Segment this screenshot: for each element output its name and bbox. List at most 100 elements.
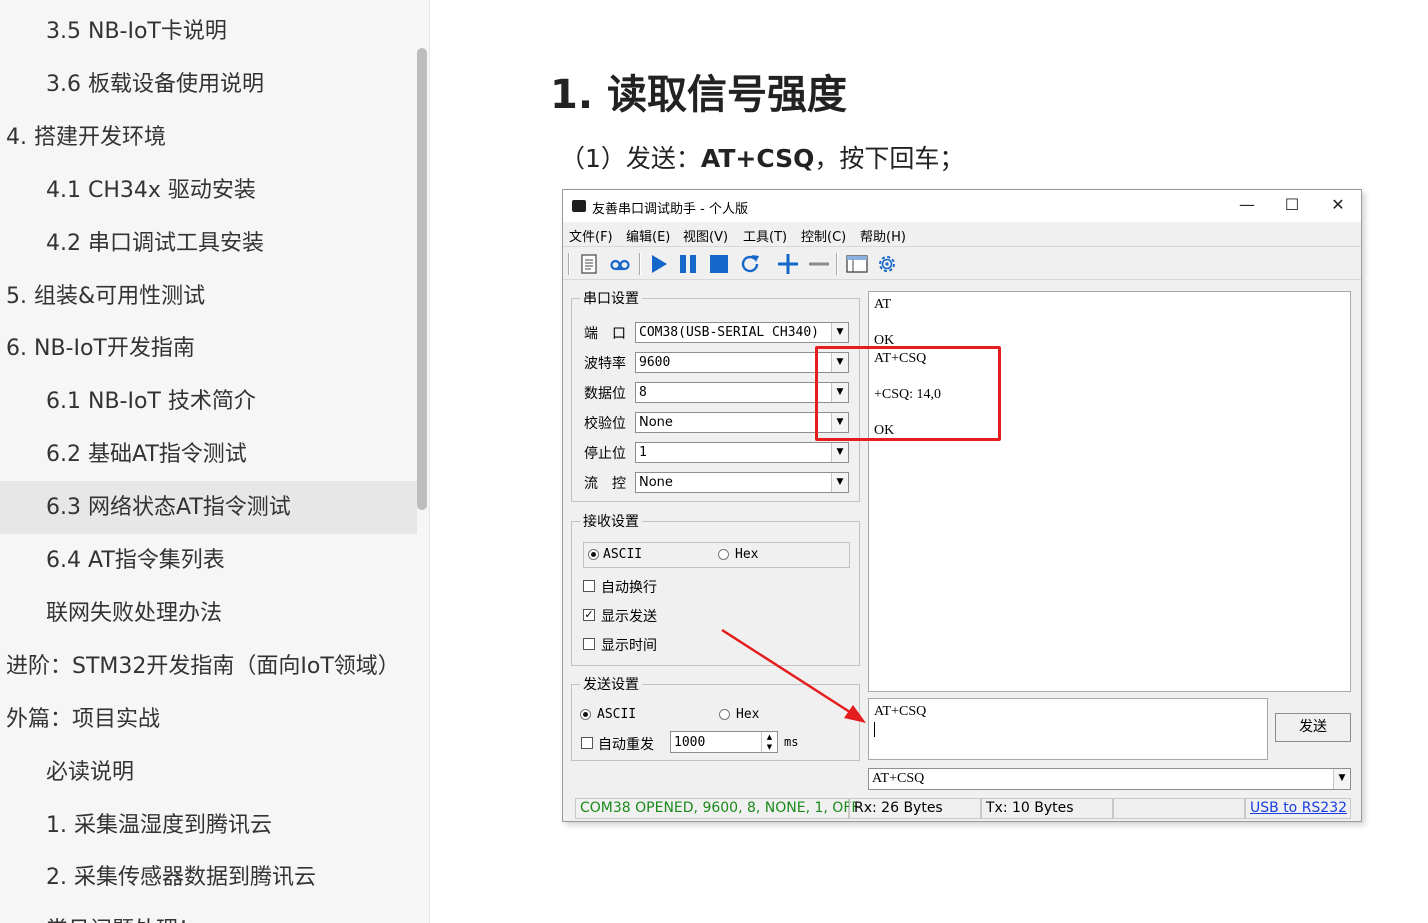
add-icon[interactable]: [776, 252, 800, 276]
refresh-icon[interactable]: [738, 252, 762, 276]
remove-icon[interactable]: [807, 252, 831, 276]
show-time-label: 显示时间: [601, 638, 657, 654]
sidebar-item[interactable]: 联网失败处理办法: [0, 587, 417, 640]
window-title: 友善串口调试助手 - 个人版: [592, 202, 748, 217]
menu-edit[interactable]: 编辑(E): [626, 226, 670, 245]
show-send-label: 显示发送: [601, 609, 657, 625]
auto-resend-label: 自动重发: [598, 737, 654, 753]
resend-interval-value: 1000: [674, 735, 706, 750]
sidebar-item[interactable]: 1. 采集温湿度到腾讯云: [0, 799, 417, 852]
menu-bar: 文件(F) 编辑(E) 视图(V) 工具(T) 控制(C) 帮助(H): [563, 222, 1361, 246]
stopbits-label: 停止位: [584, 446, 626, 462]
flow-select[interactable]: None ▼: [635, 472, 849, 493]
send-ascii-radio[interactable]: [580, 709, 591, 720]
maximize-button[interactable]: ☐: [1281, 194, 1303, 216]
send-history-select[interactable]: AT+CSQ ▼: [868, 768, 1351, 790]
status-port: COM38 OPENED, 9600, 8, NONE, 1, OFF: [575, 798, 859, 819]
sidebar-item[interactable]: 5. 组装&可用性测试: [0, 270, 417, 323]
port-value: COM38(USB-SERIAL CH340): [639, 325, 820, 340]
sidebar-item[interactable]: 2. 采集传感器数据到腾讯云: [0, 851, 417, 904]
serial-settings-title: 串口设置: [580, 288, 642, 308]
show-time-checkbox[interactable]: [583, 638, 595, 650]
send-button[interactable]: 发送: [1275, 713, 1351, 742]
highlight-box: [815, 346, 1001, 441]
pause-icon[interactable]: [676, 252, 700, 276]
sidebar-item[interactable]: 4.2 串口调试工具安装: [0, 217, 417, 270]
sidebar-nav: 3.5 NB-IoT卡说明 3.6 板载设备使用说明 4. 搭建开发环境 4.1 CH…: [0, 0, 430, 923]
receive-hex-radio[interactable]: [718, 549, 729, 560]
sidebar-item[interactable]: 进阶：STM32开发指南（面向IoT领域）: [0, 640, 417, 693]
resend-interval-input[interactable]: 1000 ▲ ▼: [670, 731, 778, 753]
toolbar-separator: [836, 253, 838, 275]
auto-resend-checkbox[interactable]: [581, 737, 593, 749]
menu-help[interactable]: 帮助(H): [860, 226, 906, 245]
receive-mode-box: ASCII Hex: [583, 542, 850, 568]
status-empty-cell: [1113, 798, 1245, 819]
databits-value: 8: [639, 385, 647, 400]
databits-label: 数据位: [584, 386, 626, 402]
toolbar-separator: [568, 253, 570, 275]
step-instruction: （1）发送：AT+CSQ，按下回车；: [560, 139, 964, 175]
baud-value: 9600: [639, 355, 671, 370]
sidebar-item[interactable]: 外篇：项目实战: [0, 693, 417, 746]
sidebar-item[interactable]: 6.2 基础AT指令测试: [0, 428, 417, 481]
port-select[interactable]: COM38(USB-SERIAL CH340) ▼: [635, 322, 849, 343]
minimize-button[interactable]: —: [1236, 194, 1258, 216]
menu-tools[interactable]: 工具(T): [743, 226, 787, 245]
port-label: 端 口: [584, 326, 626, 342]
receive-settings-title: 接收设置: [580, 511, 642, 531]
window-icon[interactable]: [845, 252, 869, 276]
resend-interval-unit: ms: [784, 735, 799, 749]
parity-label: 校验位: [584, 416, 626, 432]
send-history-value: AT+CSQ: [872, 771, 925, 786]
sidebar-scrollbar[interactable]: [417, 48, 427, 510]
sidebar-item[interactable]: 4. 搭建开发环境: [0, 111, 417, 164]
sidebar-item[interactable]: 4.1 CH34x 驱动安装: [0, 164, 417, 217]
receive-hex-label: Hex: [735, 547, 759, 562]
chevron-down-icon[interactable]: ▼: [831, 443, 848, 462]
receive-line: AT: [874, 297, 892, 312]
receive-ascii-label: ASCII: [603, 547, 643, 562]
send-text-area[interactable]: AT+CSQ: [868, 698, 1268, 760]
serial-assistant-window: 友善串口调试助手 - 个人版 — ☐ ✕ 文件(F) 编辑(E) 视图(V) 工…: [562, 189, 1362, 822]
status-tx: Tx: 10 Bytes: [981, 798, 1113, 819]
step-command: AT+CSQ: [700, 144, 815, 173]
receive-ascii-radio[interactable]: [588, 549, 599, 560]
play-icon[interactable]: [647, 252, 671, 276]
text-cursor: [874, 722, 875, 737]
sidebar-item[interactable]: 6.1 NB-IoT 技术简介: [0, 375, 417, 428]
sidebar-item[interactable]: 6.3 网络状态AT指令测试: [0, 481, 417, 535]
baud-label: 波特率: [584, 356, 626, 372]
sidebar-item[interactable]: 6.4 AT指令集列表: [0, 534, 417, 587]
chevron-down-icon[interactable]: ▼: [831, 473, 848, 492]
stop-icon[interactable]: [707, 252, 731, 276]
status-link[interactable]: USB to RS232: [1245, 798, 1351, 819]
stopbits-select[interactable]: 1 ▼: [635, 442, 849, 463]
show-send-checkbox[interactable]: ✓: [583, 609, 595, 621]
sidebar-item[interactable]: 必读说明: [0, 746, 417, 799]
chevron-down-icon[interactable]: ▼: [831, 323, 848, 342]
sidebar-item[interactable]: 6. NB-IoT开发指南: [0, 322, 417, 375]
menu-view[interactable]: 视图(V): [683, 226, 728, 245]
article-title: 1. 读取信号强度: [550, 72, 847, 118]
parity-value: None: [639, 415, 673, 430]
send-ascii-label: ASCII: [597, 707, 637, 722]
auto-wrap-label: 自动换行: [601, 580, 657, 596]
stopbits-value: 1: [639, 445, 647, 460]
sidebar-item[interactable]: 常见问题处理！: [0, 904, 417, 923]
auto-wrap-checkbox[interactable]: [583, 580, 595, 592]
close-button[interactable]: ✕: [1327, 194, 1349, 216]
app-icon: [572, 200, 586, 212]
document-icon[interactable]: [577, 252, 601, 276]
menu-file[interactable]: 文件(F): [569, 226, 613, 245]
sidebar-item[interactable]: 3.6 板载设备使用说明: [0, 58, 417, 111]
step-prefix: （1）发送：: [560, 144, 701, 173]
stepper-icon[interactable]: ▲ ▼: [761, 732, 777, 752]
chevron-down-icon[interactable]: ▼: [1333, 769, 1350, 789]
menu-control[interactable]: 控制(C): [801, 226, 846, 245]
sidebar-item[interactable]: 3.5 NB-IoT卡说明: [0, 5, 417, 58]
step-suffix: ，按下回车；: [814, 144, 965, 173]
send-text: AT+CSQ: [874, 704, 927, 719]
gear-icon[interactable]: [875, 252, 899, 276]
record-icon[interactable]: [608, 252, 632, 276]
